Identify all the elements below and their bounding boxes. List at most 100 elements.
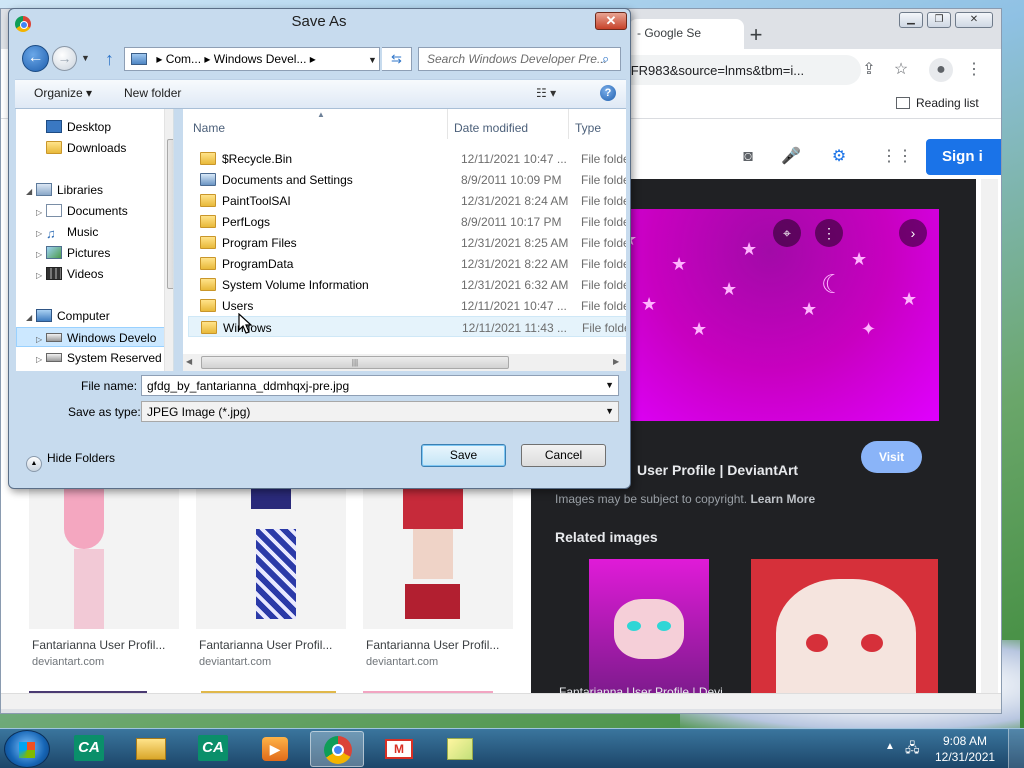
save-button[interactable]: Save (421, 444, 506, 467)
next-image-icon[interactable]: › (899, 219, 927, 247)
dialog-close-button[interactable]: ✕ (595, 12, 627, 30)
file-row[interactable]: PerfLogs 8/9/2011 10:17 PM File folder (188, 211, 626, 232)
result-image-3[interactable] (363, 479, 513, 629)
file-row[interactable]: Documents and Settings 8/9/2011 10:09 PM F… (188, 169, 626, 190)
more-options-icon[interactable]: ⋮ (815, 219, 843, 247)
system-clock[interactable]: 9:08 AM 12/31/2021 (935, 733, 995, 765)
nav-item-videos[interactable]: ▷ Videos (16, 264, 173, 284)
nav-item-computer[interactable]: ◢ Computer (16, 306, 173, 326)
minimize-button[interactable]: ▁ (899, 12, 923, 28)
save-as-type-dropdown-icon[interactable]: ▼ (605, 406, 614, 416)
collapse-arrow-icon[interactable]: ◢ (26, 313, 36, 322)
search-icon[interactable]: ⌕ (602, 51, 609, 67)
expand-arrow-icon[interactable]: ▷ (36, 250, 46, 259)
address-bar[interactable]: 983FR983&source=lnms&tbm=i... (601, 55, 861, 85)
page-horizontal-scrollbar[interactable] (1, 693, 1001, 709)
tray-overflow-arrow-icon[interactable]: ▲ (885, 741, 895, 752)
reading-list-button[interactable]: Reading list (896, 96, 979, 110)
taskbar-sticky-notes[interactable] (434, 731, 488, 767)
back-button[interactable]: ← (22, 45, 49, 72)
settings-gear-icon[interactable]: ⚙ (827, 145, 851, 169)
learn-more-link[interactable]: Learn More (750, 492, 815, 506)
horizontal-scroll-thumb[interactable]: ||| (201, 356, 509, 369)
nav-item-windows-developer[interactable]: ▷ Windows Develo (16, 327, 173, 347)
share-icon[interactable]: ⇪ (857, 58, 881, 82)
file-row[interactable]: PaintToolSAI 12/31/2021 8:24 AM File folde… (188, 190, 626, 211)
nav-item-music[interactable]: ▷ ♫ Music (16, 222, 173, 242)
forward-button[interactable]: → (52, 46, 77, 71)
visit-button[interactable]: Visit (861, 441, 922, 473)
nav-item-desktop[interactable]: Desktop (16, 117, 173, 137)
camera-search-icon[interactable]: ◙ (736, 145, 760, 169)
file-name-dropdown-icon[interactable]: ▼ (605, 380, 614, 390)
related-image-1[interactable] (589, 559, 709, 699)
file-row[interactable]: $Recycle.Bin 12/11/2021 10:47 ... File fol… (188, 148, 626, 169)
hide-folders-button[interactable]: ▲ Hide Folders (26, 451, 115, 472)
taskbar-chrome[interactable] (310, 731, 364, 767)
nav-item-libraries[interactable]: ◢ Libraries (16, 180, 173, 200)
related-image-2[interactable] (751, 559, 938, 699)
nav-item-system-reserved[interactable]: ▷ System Reserved (16, 348, 173, 368)
file-row[interactable]: System Volume Information 12/31/2021 6:32… (188, 274, 626, 295)
voice-search-icon[interactable]: 🎤 (779, 145, 803, 169)
result-title-1[interactable]: Fantarianna User Profil... (32, 638, 165, 652)
expand-arrow-icon[interactable]: ▷ (36, 229, 46, 238)
new-tab-button[interactable]: + (743, 23, 769, 49)
profile-avatar-icon[interactable]: ● (929, 58, 953, 82)
result-title-3[interactable]: Fantarianna User Profil... (366, 638, 499, 652)
cancel-button[interactable]: Cancel (521, 444, 606, 467)
expand-arrow-icon[interactable]: ▷ (36, 271, 46, 280)
new-folder-button[interactable]: New folder (124, 86, 181, 100)
expand-arrow-icon[interactable]: ▷ (36, 208, 46, 217)
start-button[interactable] (4, 730, 50, 768)
address-dropdown-arrow[interactable]: ▼ (368, 55, 377, 65)
result-image-2[interactable] (196, 479, 346, 629)
taskbar-ca-app-2[interactable]: CA (186, 731, 240, 767)
scroll-left-arrow-icon[interactable]: ◀ (186, 357, 192, 366)
nav-pane-scrollbar[interactable] (164, 109, 173, 371)
breadcrumb-computer[interactable]: Com... (166, 52, 201, 66)
scroll-right-arrow-icon[interactable]: ▶ (613, 357, 619, 366)
column-type[interactable]: Type (570, 109, 626, 139)
taskbar-gmail[interactable]: M (372, 731, 426, 767)
file-list-horizontal-scrollbar[interactable]: ◀ ||| ▶ (183, 354, 626, 371)
preview-title[interactable]: User Profile | DeviantArt (637, 462, 798, 478)
menu-kebab-icon[interactable]: ⋮ (962, 58, 986, 82)
file-row[interactable]: ProgramData 12/31/2021 8:22 AM File folder (188, 253, 626, 274)
address-breadcrumb[interactable]: ▸ Com... ▸ Windows Devel... ▸ (124, 47, 380, 71)
show-desktop-button[interactable] (1008, 729, 1024, 768)
taskbar-media-player[interactable]: ▶ (248, 731, 302, 767)
maximize-button[interactable]: ❐ (927, 12, 951, 28)
save-as-type-select[interactable]: JPEG Image (*.jpg) ▼ (141, 401, 619, 422)
refresh-icon[interactable]: ⇆ (382, 47, 412, 71)
column-name[interactable]: Name (183, 109, 448, 139)
apps-grid-icon[interactable]: ⋮⋮ (881, 145, 913, 169)
tab-google-search[interactable]: - Google Se (629, 19, 744, 49)
page-vertical-scrollbar[interactable] (981, 179, 998, 699)
recent-locations-dropdown[interactable]: ▼ (81, 53, 90, 63)
help-icon[interactable]: ? (600, 85, 616, 101)
expand-arrow-icon[interactable]: ▷ (36, 335, 46, 344)
result-image-1[interactable] (29, 479, 179, 629)
nav-item-downloads[interactable]: Downloads (16, 138, 173, 158)
file-row[interactable]: Program Files 12/31/2021 8:25 AM File fold… (188, 232, 626, 253)
change-view-icon[interactable]: ☷ ▾ (536, 86, 556, 100)
taskbar-file-explorer[interactable] (124, 731, 178, 767)
file-name-field[interactable]: gfdg_by_fantarianna_ddmhqxj-pre.jpg ▼ (141, 375, 619, 396)
expand-arrow-icon[interactable]: ▷ (36, 355, 46, 364)
breadcrumb-windows-developer[interactable]: Windows Devel... (214, 52, 307, 66)
nav-scroll-thumb[interactable] (167, 139, 173, 289)
nav-item-documents[interactable]: ▷ Documents (16, 201, 173, 221)
network-icon[interactable]: 🖧 (905, 739, 920, 761)
sign-in-button[interactable]: Sign i (926, 139, 1001, 175)
search-input[interactable]: Search Windows Developer Pre... (418, 47, 621, 71)
nav-item-pictures[interactable]: ▷ Pictures (16, 243, 173, 263)
result-title-2[interactable]: Fantarianna User Profil... (199, 638, 332, 652)
up-folder-icon[interactable]: ↑ (105, 49, 114, 70)
bookmark-star-icon[interactable]: ☆ (889, 58, 913, 82)
column-date-modified[interactable]: Date modified (449, 109, 569, 139)
lens-search-icon[interactable]: ⌖ (773, 219, 801, 247)
close-window-button[interactable]: ✕ (955, 12, 993, 28)
preview-image[interactable]: ★ ★ ★ ★ ★ ★ ★ ★ ★ ☾ ✦ ⌖ ⋮ › (601, 209, 939, 421)
organize-button[interactable]: Organize ▾ (34, 86, 92, 100)
